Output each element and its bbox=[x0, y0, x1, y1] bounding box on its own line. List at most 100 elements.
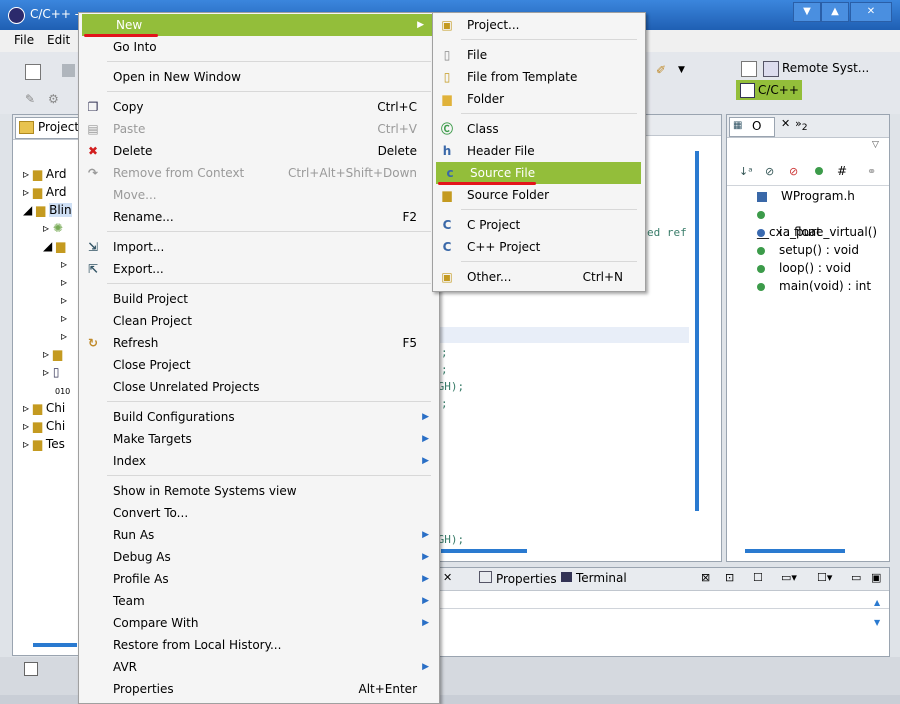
open-perspective-icon[interactable] bbox=[741, 61, 757, 77]
context-menu-item-rename[interactable]: Rename... F2 bbox=[79, 206, 437, 228]
properties-tab[interactable]: Properties bbox=[479, 571, 557, 586]
new-submenu-item-file[interactable]: ▯ File bbox=[433, 44, 643, 66]
tree-child[interactable]: 010 bbox=[55, 381, 70, 399]
maximize-icon[interactable]: ▣ bbox=[871, 571, 881, 584]
outline-tab[interactable]: ▦ O bbox=[729, 117, 775, 137]
context-menu-item-make-targets[interactable]: Make Targets ▶ bbox=[79, 428, 437, 450]
display-console-icon[interactable]: ▭▾ bbox=[781, 571, 797, 584]
chevron-down-icon[interactable]: ▼ bbox=[678, 65, 685, 75]
new-submenu-item-project[interactable]: ▣ Project... bbox=[433, 14, 643, 36]
new-submenu-item-source-file[interactable]: c Source File bbox=[436, 162, 641, 184]
context-menu-item-debug-as[interactable]: Debug As ▶ bbox=[79, 546, 437, 568]
tree-item-project[interactable]: ▹ ▆ Chi bbox=[23, 399, 65, 417]
hide-fields-icon[interactable]: ⊘ bbox=[765, 165, 774, 178]
vertical-scrollbar[interactable] bbox=[695, 151, 699, 511]
context-menu-item-go-into[interactable]: Go Into bbox=[79, 36, 437, 58]
tree-child[interactable]: ▹ bbox=[61, 291, 67, 309]
outline-item[interactable]: loop() : void bbox=[757, 259, 851, 277]
horizontal-scrollbar[interactable] bbox=[745, 549, 845, 553]
build-icon[interactable]: ✎ bbox=[25, 92, 39, 106]
outline-item[interactable]: setup() : void bbox=[757, 241, 859, 259]
new-console-icon[interactable]: ☐ bbox=[753, 571, 763, 584]
tree-child[interactable]: ▹ ▯ bbox=[43, 363, 59, 381]
context-menu-item-restore-from-local-history[interactable]: Restore from Local History... bbox=[79, 634, 437, 656]
scroll-up-icon[interactable]: ▲ bbox=[874, 598, 880, 607]
context-menu-item-profile-as[interactable]: Profile As ▶ bbox=[79, 568, 437, 590]
context-menu-item-avr[interactable]: AVR ▶ bbox=[79, 656, 437, 678]
clear-console-icon[interactable]: ⊠ bbox=[701, 571, 710, 584]
close-icon[interactable]: ✕ bbox=[781, 117, 790, 130]
wand-icon[interactable]: ✐ bbox=[656, 63, 674, 79]
context-menu-item-new[interactable]: New ▶ bbox=[82, 14, 432, 36]
outline-item[interactable]: __cxa_pure_virtual() bbox=[757, 205, 889, 239]
remote-systems-icon[interactable] bbox=[763, 61, 779, 77]
context-menu-item-delete[interactable]: ✖ Delete Delete bbox=[79, 140, 437, 162]
outline-item[interactable]: WProgram.h bbox=[757, 187, 855, 205]
tree-child[interactable]: ▹ ✺ bbox=[43, 219, 63, 237]
new-submenu-item-header-file[interactable]: h Header File bbox=[433, 140, 643, 162]
terminal-tab[interactable]: Terminal bbox=[561, 571, 627, 585]
view-menu-icon[interactable]: ▽ bbox=[872, 140, 879, 150]
menu-file[interactable]: File bbox=[14, 33, 34, 47]
new-submenu-item-folder[interactable]: ▆ Folder bbox=[433, 88, 643, 110]
save-icon[interactable] bbox=[62, 64, 75, 77]
project-explorer-tab[interactable]: Project bbox=[15, 117, 81, 139]
outline-item[interactable]: i : float bbox=[757, 223, 821, 241]
hide-static-icon[interactable]: ⊘ bbox=[789, 165, 798, 178]
new-submenu-item-class[interactable]: Ⓒ Class bbox=[433, 118, 643, 140]
context-menu-item-open-in-new-window[interactable]: Open in New Window bbox=[79, 66, 437, 88]
outline-tab-2[interactable]: »2 bbox=[795, 117, 808, 133]
horizontal-scrollbar[interactable] bbox=[33, 643, 77, 647]
context-menu-item-copy[interactable]: ❐ Copy Ctrl+C bbox=[79, 96, 437, 118]
cpp-perspective-button[interactable]: C/C++ bbox=[736, 80, 802, 100]
close-icon[interactable]: ✕ bbox=[443, 571, 452, 584]
context-menu-item-close-unrelated-projects[interactable]: Close Unrelated Projects bbox=[79, 376, 437, 398]
context-menu-item-properties[interactable]: Properties Alt+Enter bbox=[79, 678, 437, 700]
sort-icon[interactable]: ↓ᵃ bbox=[739, 165, 753, 178]
new-submenu-item-file-from-template[interactable]: ▯ File from Template bbox=[433, 66, 643, 88]
link-icon[interactable]: ⚭ bbox=[867, 165, 876, 178]
tree-child[interactable]: ▹ bbox=[61, 255, 67, 273]
window-menu-button[interactable]: ▼ bbox=[793, 2, 821, 22]
tree-item-project[interactable]: ▹ ▆ Ard bbox=[23, 183, 66, 201]
outline-item[interactable]: main(void) : int bbox=[757, 277, 871, 295]
tree-child[interactable]: ▹ bbox=[61, 327, 67, 345]
context-menu-item-compare-with[interactable]: Compare With ▶ bbox=[79, 612, 437, 634]
pin-icon[interactable]: ⊡ bbox=[725, 571, 734, 584]
new-wizard-icon[interactable] bbox=[25, 64, 41, 80]
tree-child[interactable]: ▹ ▆ bbox=[43, 345, 62, 363]
tree-child[interactable]: ◢ ▆ bbox=[43, 237, 65, 255]
context-menu-item-convert-to[interactable]: Convert To... bbox=[79, 502, 437, 524]
context-menu-item-index[interactable]: Index ▶ bbox=[79, 450, 437, 472]
context-menu-item-export[interactable]: ⇱ Export... bbox=[79, 258, 437, 280]
tree-item-project-selected[interactable]: ◢ ▆ Blin bbox=[23, 201, 72, 219]
tree-item-project[interactable]: ▹ ▆ Chi bbox=[23, 417, 65, 435]
debug-icon[interactable]: ⚙ bbox=[48, 92, 62, 106]
context-menu-item-build-configurations[interactable]: Build Configurations ▶ bbox=[79, 406, 437, 428]
context-menu-item-refresh[interactable]: ↻ Refresh F5 bbox=[79, 332, 437, 354]
context-menu-item-show-in-remote-systems-view[interactable]: Show in Remote Systems view bbox=[79, 480, 437, 502]
tree-child[interactable]: ▹ bbox=[61, 309, 67, 327]
context-menu-item-import[interactable]: ⇲ Import... bbox=[79, 236, 437, 258]
context-menu-item-run-as[interactable]: Run As ▶ bbox=[79, 524, 437, 546]
tree-item-project[interactable]: ▹ ▆ Ard bbox=[23, 165, 66, 183]
scroll-down-icon[interactable]: ▼ bbox=[874, 618, 880, 627]
context-menu-item-build-project[interactable]: Build Project bbox=[79, 288, 437, 310]
maximize-button[interactable]: ▲ bbox=[821, 2, 849, 22]
new-submenu-item-c-project[interactable]: C C Project bbox=[433, 214, 643, 236]
menu-edit[interactable]: Edit bbox=[47, 33, 70, 47]
horizontal-scrollbar[interactable] bbox=[441, 549, 527, 553]
hide-macros-icon[interactable]: # bbox=[837, 164, 847, 178]
new-submenu-item-c-project[interactable]: C C++ Project bbox=[433, 236, 643, 258]
minimize-icon[interactable]: ▭ bbox=[851, 571, 861, 584]
fast-view-icon[interactable] bbox=[24, 662, 38, 676]
tree-child[interactable]: ▹ bbox=[61, 273, 67, 291]
tree-item-project[interactable]: ▹ ▆ Tes bbox=[23, 435, 65, 453]
context-menu-item-close-project[interactable]: Close Project bbox=[79, 354, 437, 376]
context-menu-item-clean-project[interactable]: Clean Project bbox=[79, 310, 437, 332]
hide-nonpublic-icon[interactable] bbox=[815, 167, 823, 175]
context-menu-item-team[interactable]: Team ▶ bbox=[79, 590, 437, 612]
close-button[interactable]: ✕ bbox=[850, 2, 892, 22]
new-submenu-item-source-folder[interactable]: ▆ Source Folder bbox=[433, 184, 643, 206]
remote-systems-perspective[interactable]: Remote Syst... bbox=[782, 61, 869, 75]
